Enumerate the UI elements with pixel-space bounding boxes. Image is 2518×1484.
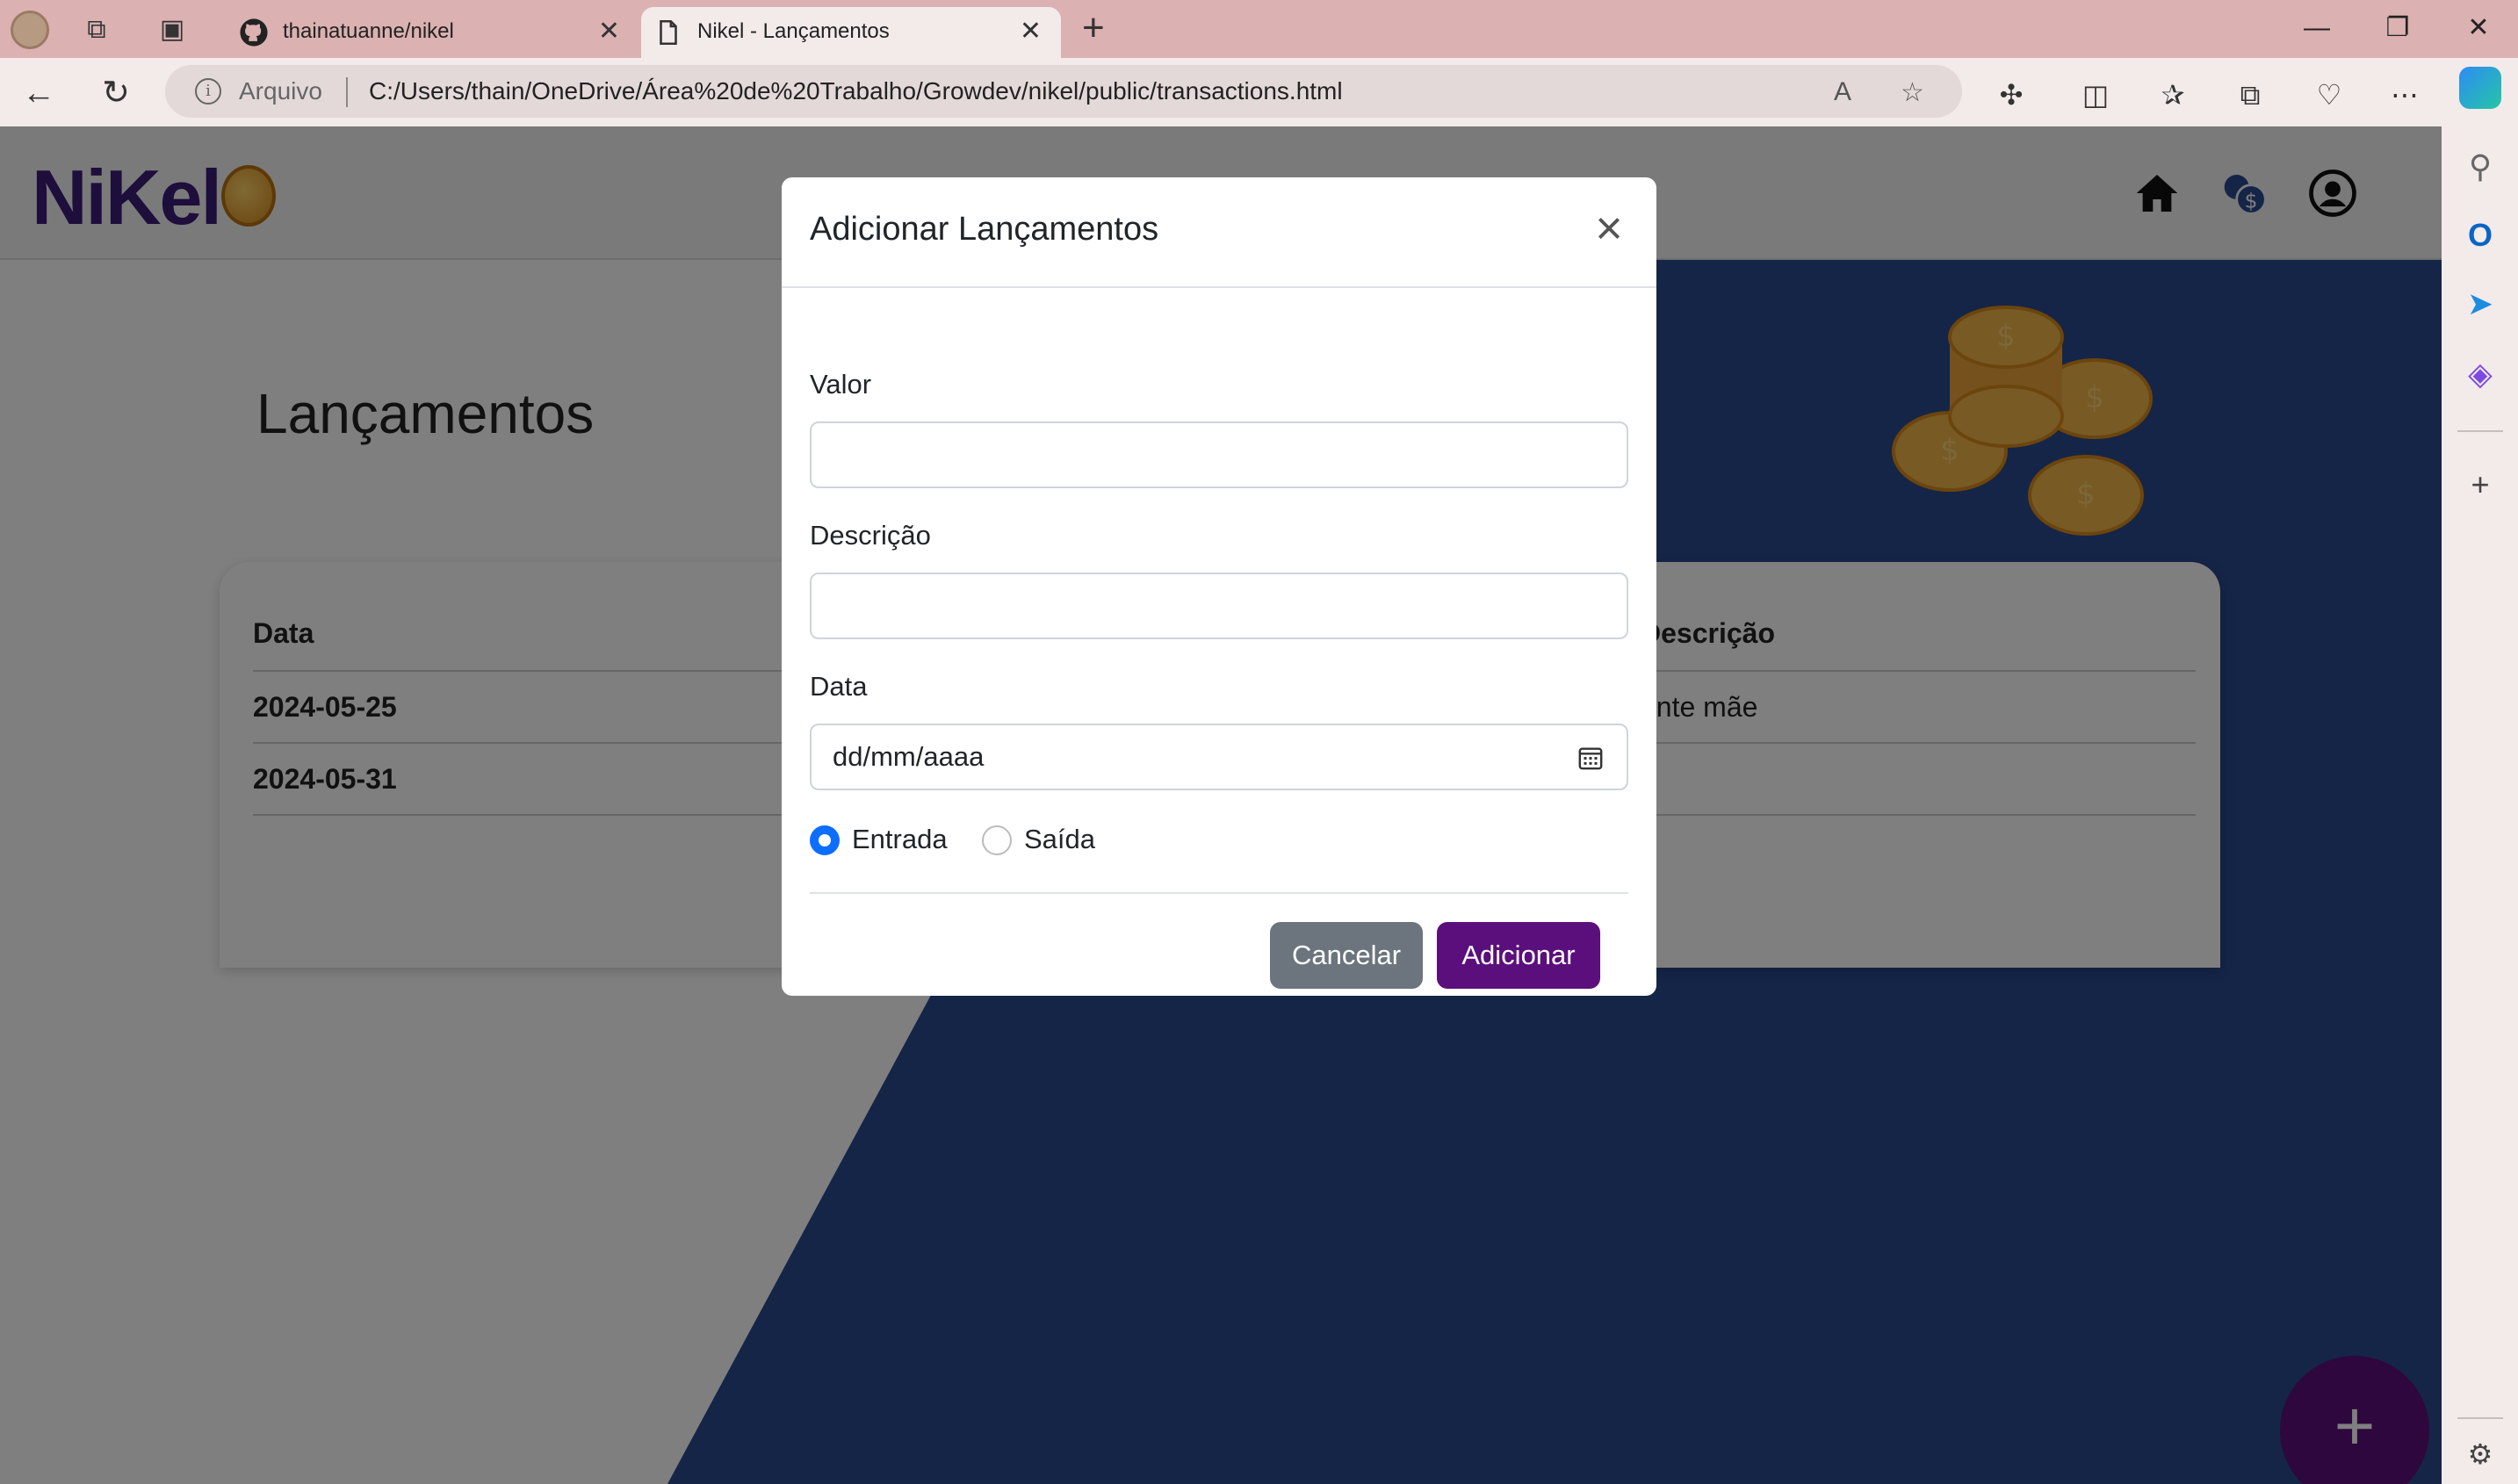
search-icon[interactable]: ⚲ (2459, 146, 2501, 188)
add-button[interactable]: Adicionar (1437, 922, 1600, 989)
office-icon[interactable]: ◈ (2459, 353, 2501, 395)
scheme-label: Arquivo (239, 77, 322, 104)
extensions-icon[interactable]: ✣ (1992, 76, 2031, 114)
collections-icon[interactable]: ⧉ (2231, 76, 2269, 114)
outlook-icon[interactable]: O (2459, 214, 2501, 256)
info-icon[interactable]: i (195, 78, 221, 104)
browser-essentials-icon[interactable]: ♡ (2310, 76, 2348, 114)
github-icon (240, 18, 268, 47)
browser-tab-bar: ⧉ ▣ thainatuanne/nikel ✕ Nikel - Lançame… (0, 0, 2518, 58)
read-aloud-icon[interactable]: A (1834, 77, 1851, 107)
calendar-icon[interactable] (1577, 745, 1604, 771)
radio-saida-label[interactable]: Saída (1024, 824, 1095, 855)
modal-footer-divider (810, 892, 1628, 894)
modal-header: Adicionar Lançamentos × (782, 177, 1656, 288)
tab-label: Nikel - Lançamentos (697, 19, 890, 43)
split-screen-icon[interactable]: ◫ (2076, 76, 2115, 114)
tab-nikel[interactable]: Nikel - Lançamentos ✕ (641, 7, 1061, 58)
new-tab-button[interactable]: + (1082, 9, 1105, 47)
profile-avatar[interactable] (11, 11, 49, 49)
tab-label: thainatuanne/nikel (283, 19, 454, 43)
restore-button[interactable]: ❐ (2371, 9, 2424, 47)
favorite-star-icon[interactable]: ☆ (1901, 77, 1924, 108)
modal-title: Adicionar Lançamentos (810, 211, 1159, 248)
telegram-icon[interactable]: ➤ (2459, 283, 2501, 325)
web-page: NiKel $ Lançamentos $ $ $ (0, 126, 2442, 1484)
tab-github[interactable]: thainatuanne/nikel ✕ (227, 7, 639, 58)
close-tab-icon[interactable]: ✕ (598, 16, 620, 47)
edge-sidebar: ⚲ O ➤ ◈ + ⚙ (2442, 126, 2518, 1484)
radio-entrada-label[interactable]: Entrada (852, 824, 948, 855)
sidebar-divider (2457, 1417, 2503, 1419)
close-icon[interactable]: × (1590, 205, 1628, 252)
add-transaction-modal: Adicionar Lançamentos × Valor Descrição … (782, 177, 1656, 996)
workspaces-icon[interactable]: ⧉ (81, 14, 112, 46)
descricao-input[interactable] (810, 573, 1628, 639)
url-field[interactable]: i Arquivo C:/Users/thain/OneDrive/Área%2… (165, 65, 1962, 118)
close-tab-icon[interactable]: ✕ (1020, 16, 1042, 47)
url-separator (346, 77, 348, 107)
cancel-button[interactable]: Cancelar (1270, 922, 1423, 989)
copilot-icon[interactable] (2459, 67, 2501, 109)
valor-label: Valor (810, 369, 872, 400)
radio-saida[interactable] (982, 825, 1012, 855)
radio-entrada[interactable] (810, 825, 840, 855)
minimize-button[interactable]: — (2291, 9, 2343, 47)
url-text: C:/Users/thain/OneDrive/Área%20de%20Trab… (369, 77, 1343, 104)
close-window-button[interactable]: ✕ (2452, 9, 2505, 47)
vertical-tabs-icon[interactable]: ▣ (156, 14, 188, 46)
more-menu-icon[interactable]: ⋯ (2385, 76, 2424, 114)
page-icon (660, 19, 677, 46)
valor-input[interactable] (810, 421, 1628, 488)
refresh-button[interactable]: ↻ (95, 74, 137, 112)
date-input[interactable]: dd/mm/aaaa (810, 724, 1628, 790)
browser-address-bar: ← ↻ i Arquivo C:/Users/thain/OneDrive/Ár… (0, 58, 2518, 126)
descricao-label: Descrição (810, 520, 931, 551)
sidebar-divider (2457, 430, 2503, 432)
data-label: Data (810, 671, 868, 702)
favorites-icon[interactable]: ✰ (2154, 76, 2192, 114)
date-placeholder: dd/mm/aaaa (833, 741, 985, 772)
back-button[interactable]: ← (18, 74, 60, 112)
sidebar-settings-icon[interactable]: ⚙ (2459, 1433, 2501, 1475)
add-sidebar-app-icon[interactable]: + (2459, 464, 2501, 506)
